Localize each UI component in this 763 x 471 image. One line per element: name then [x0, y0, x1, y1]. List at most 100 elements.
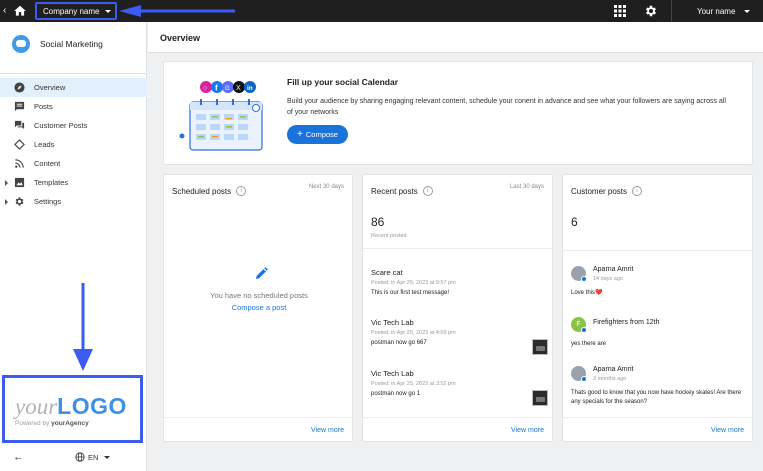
- post-meta: Posted: in Apr 25, 2023 at 3:52 pm: [371, 381, 456, 387]
- logo-wordmark: yourLOGO: [15, 394, 127, 419]
- promo-description: Build your audience by sharing engaging …: [287, 98, 726, 116]
- sidebar-item-label: Customer Posts: [34, 121, 88, 130]
- annotation-arrow-left: [119, 5, 235, 17]
- sidebar-item-label: Leads: [34, 140, 55, 149]
- post-text: Thats good to know that you now have hoc…: [571, 390, 742, 405]
- user-menu[interactable]: Your name: [697, 7, 751, 16]
- empty-state-text: You have no scheduled posts: [210, 291, 308, 300]
- card-divider: [164, 417, 352, 418]
- svg-text:○: ○: [203, 85, 207, 92]
- post-author: Scare cat: [371, 268, 403, 277]
- facebook-icon: [581, 276, 587, 282]
- post-author: Aparna Amrit: [593, 366, 634, 373]
- company-name: Company name: [43, 6, 100, 16]
- caret-down-icon: [744, 10, 751, 13]
- svg-text:G: G: [225, 86, 230, 92]
- sidebar-item-leads[interactable]: Leads: [0, 135, 147, 154]
- agency-name: yourAgency: [51, 420, 89, 427]
- recent-count: 86: [371, 215, 385, 229]
- image-icon: [14, 177, 25, 188]
- sidebar: Social Marketing Overview Posts Customer…: [0, 22, 147, 471]
- svg-text:in: in: [247, 85, 253, 92]
- logo-logo-text: LOGO: [57, 393, 127, 419]
- page-header: Overview: [148, 22, 763, 53]
- recent-posts-card: Recent posts i Last 30 days 86 Recent po…: [362, 174, 553, 442]
- sidebar-item-label: Settings: [34, 197, 62, 206]
- apps-grid-icon[interactable]: [614, 5, 626, 17]
- sidebar-item-label: Overview: [34, 83, 66, 92]
- arrow-left-icon[interactable]: ←: [13, 451, 24, 463]
- info-icon[interactable]: i: [632, 186, 643, 196]
- view-more-link[interactable]: View more: [511, 427, 544, 434]
- expand-arrow-icon[interactable]: [5, 199, 8, 205]
- gear-icon: [15, 197, 24, 206]
- customer-title: Customer posts: [571, 186, 628, 196]
- promo-title: Fill up your social Calendar: [287, 77, 398, 87]
- post-thumbnail: [532, 390, 548, 406]
- scheduled-posts-card: Scheduled posts i Next 30 days You have …: [163, 174, 353, 442]
- caret-down-icon: [105, 9, 112, 13]
- expand-arrow-icon[interactable]: [5, 180, 8, 186]
- info-icon[interactable]: i: [236, 186, 247, 196]
- card-title: Scheduled posts i: [172, 186, 247, 196]
- view-more-link[interactable]: View more: [311, 427, 344, 434]
- post-author: Vic Tech Lab: [371, 369, 414, 378]
- facebook-icon: [581, 327, 587, 333]
- pencil-icon: [256, 267, 268, 279]
- chat-icon: [14, 120, 25, 130]
- logo-your-text: your: [15, 394, 58, 419]
- rss-icon: [15, 159, 24, 168]
- company-selector[interactable]: Company name: [35, 2, 117, 20]
- message-icon: [14, 101, 25, 112]
- list-item[interactable]: Scare cat Posted: in Apr 25, 2023 at 9:5…: [371, 268, 548, 296]
- home-icon[interactable]: [13, 4, 27, 18]
- post-author: Vic Tech Lab: [371, 318, 414, 327]
- scheduled-title: Scheduled posts: [172, 186, 232, 196]
- list-item[interactable]: Vic Tech Lab Posted: in Apr 25, 2023 at …: [371, 318, 548, 355]
- info-icon[interactable]: i: [422, 186, 433, 196]
- plus-icon: +: [297, 128, 303, 140]
- user-name: Your name: [697, 7, 736, 16]
- gear-icon[interactable]: [644, 4, 658, 18]
- compose-post-link[interactable]: Compose a post: [164, 303, 354, 312]
- promo-card: ○ f G X in Fill up your social Calendar …: [163, 61, 753, 165]
- post-meta: 3 months ago: [593, 376, 627, 382]
- calendar-illustration: ○ f G X in: [179, 81, 263, 151]
- sidebar-item-content[interactable]: Content: [0, 154, 147, 173]
- card-divider: [563, 417, 752, 418]
- card-title: Recent posts i: [371, 186, 433, 196]
- recent-count-label: Recent posted: [371, 233, 407, 239]
- compass-icon: [14, 82, 25, 93]
- chevron-left-icon[interactable]: ‹: [3, 5, 6, 16]
- date-range: Next 30 days: [308, 184, 344, 190]
- sidebar-item-settings[interactable]: Settings: [0, 192, 147, 211]
- language-code: EN: [88, 452, 99, 462]
- diamond-icon: [14, 139, 25, 150]
- recent-title: Recent posts: [371, 186, 418, 196]
- post-text-body: Love this: [571, 290, 596, 296]
- post-meta: 14 days ago: [593, 276, 623, 282]
- sidebar-item-label: Content: [34, 159, 61, 168]
- sidebar-item-overview[interactable]: Overview: [0, 78, 147, 97]
- sidebar-item-templates[interactable]: Templates: [0, 173, 147, 192]
- sidebar-item-label: Posts: [34, 102, 53, 111]
- globe-icon: [75, 452, 85, 462]
- svg-text:X: X: [236, 85, 241, 92]
- sidebar-item-label: Templates: [34, 178, 69, 187]
- view-more-link[interactable]: View more: [711, 427, 744, 434]
- powered-by: Powered by yourAgency: [15, 420, 89, 427]
- sidebar-item-posts[interactable]: Posts: [0, 97, 147, 116]
- heart-icon: ❤️: [595, 290, 603, 296]
- compose-button[interactable]: + Compose: [287, 125, 348, 144]
- post-meta: Posted: in Apr 25, 2023 at 9:57 pm: [371, 280, 456, 286]
- list-item[interactable]: Vic Tech Lab Posted: in Apr 25, 2023 at …: [371, 369, 548, 406]
- language-selector[interactable]: EN: [75, 452, 111, 462]
- sidebar-item-customer-posts[interactable]: Customer Posts: [0, 116, 147, 135]
- post-text: yes there are: [571, 341, 607, 347]
- post-text: This is our first test message!: [371, 290, 450, 296]
- page-title: Overview: [160, 33, 201, 43]
- svg-text:f: f: [215, 84, 218, 93]
- compose-label: Compose: [305, 130, 338, 139]
- customer-posts-card: Customer posts i 6 Aparna Amrit 14 days …: [562, 174, 753, 442]
- card-divider: [563, 250, 752, 251]
